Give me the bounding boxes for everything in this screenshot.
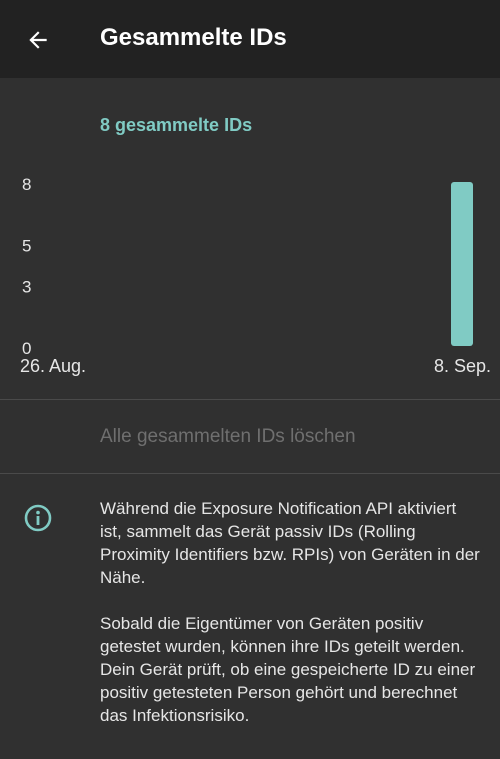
- y-tick-label: 8: [22, 175, 31, 194]
- x-axis-ticks: 26. Aug. 8. Sep.: [20, 356, 491, 376]
- x-tick-label: 26. Aug.: [20, 356, 86, 376]
- chart-bars: [451, 182, 473, 346]
- app-bar: Gesammelte IDs: [0, 0, 500, 78]
- page-title: Gesammelte IDs: [100, 24, 287, 51]
- delete-all-ids-button[interactable]: Alle gesammelten IDs löschen: [0, 400, 500, 473]
- ids-chart: 8530 26. Aug. 8. Sep.: [20, 175, 491, 376]
- info-paragraph-2: Sobald die Eigentümer von Geräten positi…: [100, 614, 476, 725]
- divider-bottom: [0, 473, 500, 474]
- y-axis-ticks: 8530: [22, 175, 31, 358]
- arrow-back-icon: [29, 31, 47, 49]
- info-paragraph-1: Während die Exposure Notification API ak…: [100, 499, 480, 587]
- y-tick-label: 3: [22, 278, 31, 297]
- delete-all-ids-label: Alle gesammelten IDs löschen: [100, 425, 356, 447]
- info-text: Während die Exposure Notification API ak…: [100, 497, 480, 750]
- chart-heading: 8 gesammelte IDs: [100, 115, 253, 135]
- y-tick-label: 5: [22, 237, 31, 256]
- x-tick-label: 8. Sep.: [434, 356, 491, 376]
- info-icon: [24, 504, 52, 532]
- back-button[interactable]: [18, 20, 58, 60]
- chart-bar: [451, 182, 473, 346]
